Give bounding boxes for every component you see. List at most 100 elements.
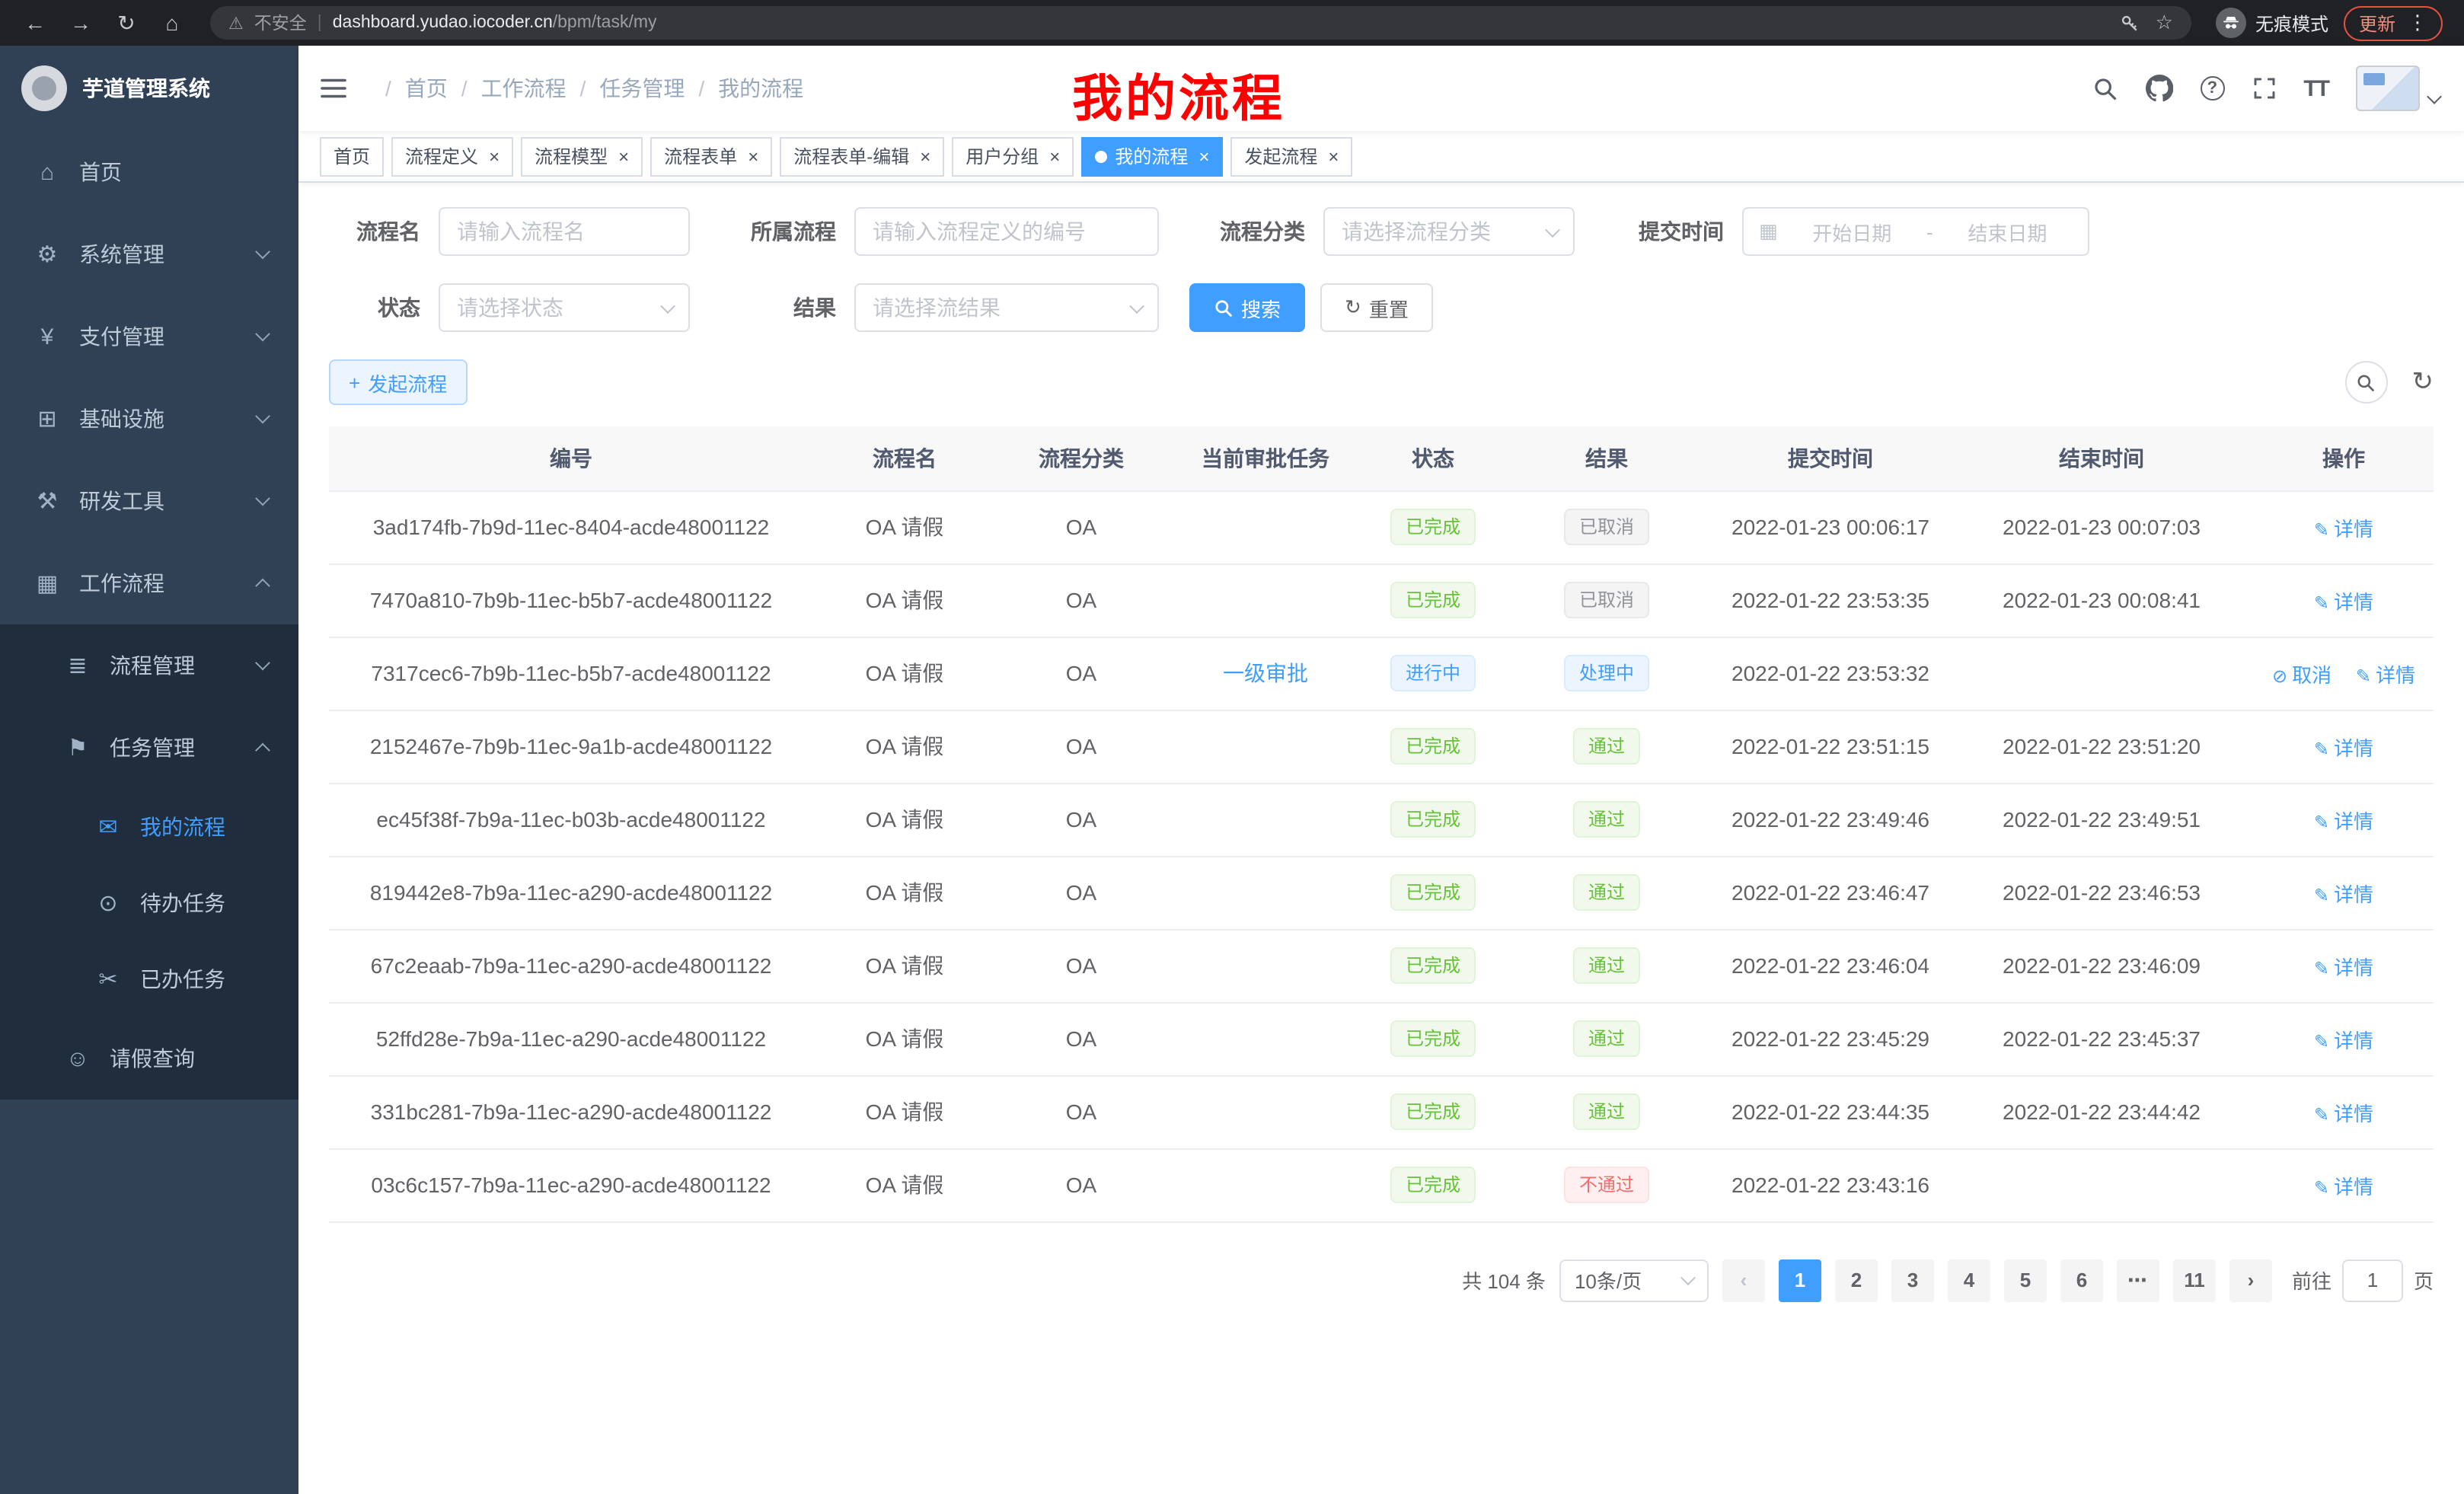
sidebar-item-label: 已办任务: [140, 964, 225, 994]
tab[interactable]: 发起流程 ×: [1230, 136, 1352, 176]
tab[interactable]: 用户分组 ×: [952, 136, 1074, 176]
cell-status: 已完成: [1364, 1002, 1502, 1075]
breadcrumb-item[interactable]: 我的流程: [685, 73, 803, 104]
hamburger-icon[interactable]: [320, 76, 347, 101]
cell-end-time: 2022-01-22 23:46:53: [1949, 856, 2254, 929]
tab-close-icon[interactable]: ×: [920, 145, 930, 167]
search-button[interactable]: 搜索: [1189, 283, 1305, 332]
page-button[interactable]: 6: [2060, 1259, 2103, 1301]
avatar[interactable]: [2356, 65, 2420, 111]
process-name-input[interactable]: [439, 207, 690, 256]
page-button[interactable]: 2: [1835, 1259, 1878, 1301]
breadcrumb-item[interactable]: 首页: [372, 73, 448, 104]
next-page-button[interactable]: ›: [2229, 1259, 2272, 1301]
cell-current-task: [1167, 563, 1364, 637]
status-select[interactable]: 请选择状态: [439, 283, 690, 332]
result-select[interactable]: 请选择流结果: [854, 283, 1159, 332]
back-icon[interactable]: ←: [15, 11, 55, 35]
toggle-search-button[interactable]: [2345, 361, 2388, 404]
tab-close-icon[interactable]: ×: [489, 145, 500, 167]
help-icon[interactable]: ?: [2200, 76, 2224, 101]
sidebar-item[interactable]: ⌂ 首页: [0, 131, 298, 213]
page-button[interactable]: 3: [1891, 1259, 1934, 1301]
sidebar-item[interactable]: ⚑ 任务管理: [0, 707, 298, 789]
fontsize-icon[interactable]: TT: [2303, 75, 2328, 101]
tab[interactable]: 流程定义 ×: [391, 136, 513, 176]
cell-current-task: [1167, 490, 1364, 563]
chevron-icon: [255, 409, 270, 424]
bookmark-star-icon[interactable]: ☆: [2156, 11, 2173, 35]
page-button[interactable]: ⋯: [2117, 1259, 2159, 1301]
tab-close-icon[interactable]: ×: [1328, 145, 1339, 167]
process-def-input[interactable]: [854, 207, 1159, 256]
detail-action[interactable]: ✎详情: [2314, 956, 2373, 978]
date-range-picker[interactable]: ▦ 开始日期 - 结束日期: [1742, 207, 2089, 256]
logo[interactable]: 芋道管理系统: [0, 46, 298, 131]
detail-action[interactable]: ✎详情: [2314, 736, 2373, 759]
breadcrumb-item[interactable]: 工作流程: [448, 73, 567, 104]
tab[interactable]: 流程表单-编辑 ×: [780, 136, 944, 176]
fullscreen-icon[interactable]: [2252, 76, 2276, 101]
page-button[interactable]: 5: [2004, 1259, 2047, 1301]
sidebar-item[interactable]: ▦ 工作流程: [0, 542, 298, 624]
cell-process-name: OA 请假: [813, 856, 996, 929]
goto-page-input[interactable]: [2342, 1259, 2403, 1301]
column-header: 操作: [2254, 426, 2434, 490]
reload-icon[interactable]: ↻: [107, 10, 146, 36]
detail-action[interactable]: ✎详情: [2314, 1102, 2373, 1125]
not-secure-label[interactable]: 不安全: [254, 11, 307, 35]
refresh-table-button[interactable]: ↻: [2412, 367, 2434, 397]
tab-close-icon[interactable]: ×: [618, 145, 629, 167]
sidebar-item[interactable]: ✂ 已办任务: [0, 941, 298, 1017]
page-button[interactable]: 1: [1779, 1259, 1821, 1301]
create-process-button[interactable]: + 发起流程: [329, 359, 467, 405]
tab[interactable]: 我的流程 ×: [1081, 136, 1223, 176]
cell-actions: ✎详情: [2254, 1075, 2434, 1148]
current-task-link[interactable]: 一级审批: [1223, 661, 1308, 685]
browser-home-icon[interactable]: ⌂: [152, 11, 192, 35]
sidebar-item[interactable]: ⚙ 系统管理: [0, 213, 298, 295]
sidebar-item[interactable]: ⊙ 待办任务: [0, 865, 298, 941]
tab-close-icon[interactable]: ×: [1049, 145, 1060, 167]
sidebar-item[interactable]: ✉ 我的流程: [0, 789, 298, 865]
cell-id: 331bc281-7b9a-11ec-a290-acde48001122: [329, 1075, 813, 1148]
cancel-action[interactable]: ⊘取消: [2272, 663, 2332, 686]
detail-action[interactable]: ✎详情: [2314, 1175, 2373, 1198]
breadcrumb-item[interactable]: 任务管理: [567, 73, 685, 104]
sidebar-item[interactable]: ¥ 支付管理: [0, 295, 298, 378]
reset-button[interactable]: ↻ 重置: [1320, 283, 1433, 332]
browser-update-button[interactable]: 更新 ⋮: [2344, 5, 2443, 40]
tab[interactable]: 首页: [320, 136, 384, 176]
cell-category: OA: [996, 710, 1167, 783]
cell-status: 已完成: [1364, 490, 1502, 563]
sidebar-item[interactable]: ⚒ 研发工具: [0, 460, 298, 542]
chevron-down-icon: [1545, 222, 1560, 237]
forward-icon[interactable]: →: [61, 11, 101, 35]
tab[interactable]: 流程模型 ×: [521, 136, 643, 176]
detail-action[interactable]: ✎详情: [2314, 590, 2373, 613]
tab-close-icon[interactable]: ×: [1198, 145, 1209, 167]
sidebar-item[interactable]: ≣ 流程管理: [0, 624, 298, 707]
goto-suffix: 页: [2414, 1266, 2434, 1294]
page-size-select[interactable]: 10条/页: [1559, 1259, 1709, 1301]
category-select[interactable]: 请选择流程分类: [1323, 207, 1575, 256]
page-button[interactable]: 11: [2173, 1259, 2216, 1301]
search-icon[interactable]: [2092, 75, 2118, 101]
user-menu[interactable]: [2356, 65, 2440, 111]
github-icon[interactable]: [2145, 75, 2172, 102]
address-bar[interactable]: ⚠ 不安全 | dashboard.yudao.iocoder.cn/bpm/t…: [210, 6, 2191, 40]
detail-action[interactable]: ✎详情: [2314, 1029, 2373, 1052]
page-button[interactable]: 4: [1948, 1259, 1990, 1301]
prev-page-button[interactable]: ‹: [1722, 1259, 1765, 1301]
detail-action[interactable]: ✎详情: [2314, 517, 2373, 540]
sidebar-item[interactable]: ☺ 请假查询: [0, 1017, 298, 1100]
detail-action[interactable]: ✎详情: [2314, 883, 2373, 905]
chevron-icon: [257, 903, 268, 914]
tab-close-icon[interactable]: ×: [748, 145, 758, 167]
browser-menu-icon[interactable]: ⋮: [2408, 11, 2427, 35]
detail-action[interactable]: ✎详情: [2356, 663, 2415, 686]
tab[interactable]: 流程表单 ×: [650, 136, 772, 176]
sidebar-item[interactable]: ⊞ 基础设施: [0, 378, 298, 460]
key-icon[interactable]: [2121, 13, 2140, 33]
detail-action[interactable]: ✎详情: [2314, 809, 2373, 832]
